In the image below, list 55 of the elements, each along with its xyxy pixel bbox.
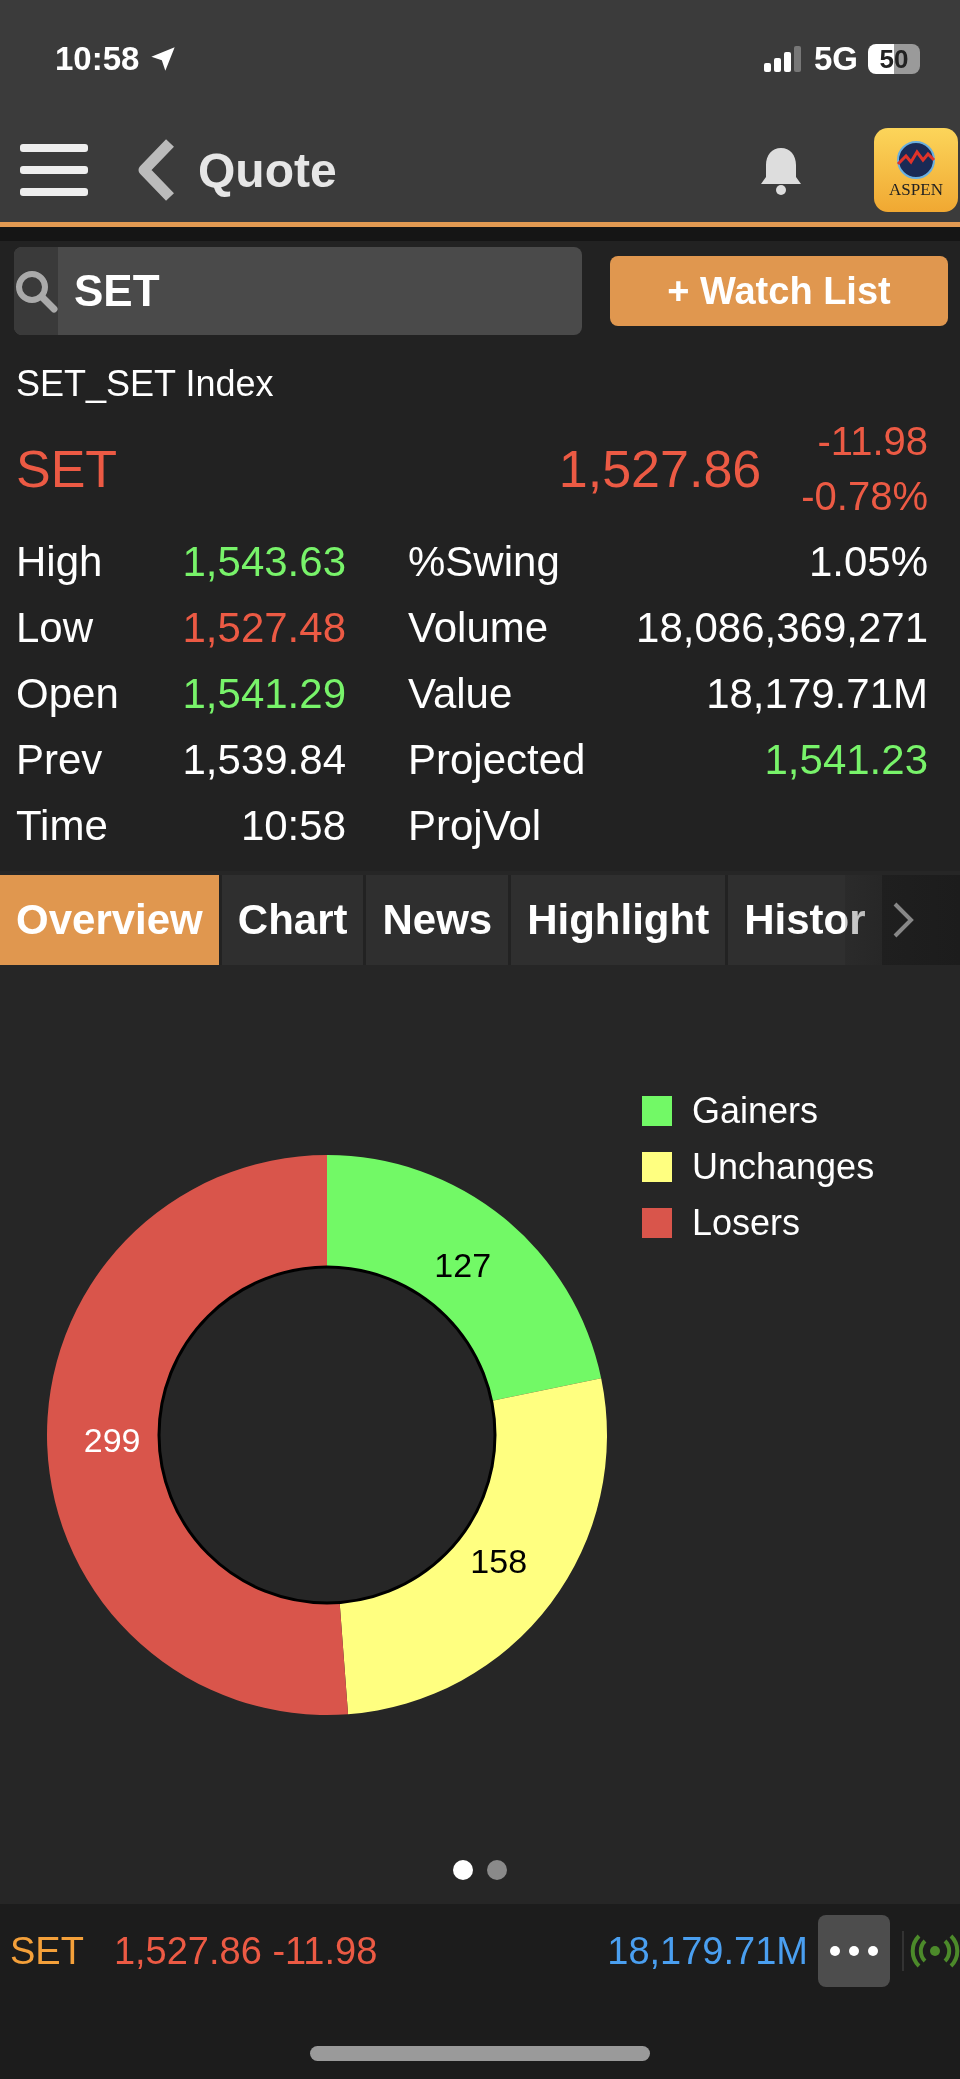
stat-value: 1.05% <box>807 538 928 586</box>
tab[interactable]: Highlight <box>511 875 726 965</box>
stat-value: 1,541.29 <box>181 670 346 718</box>
stat-label: Volume <box>407 604 550 652</box>
search-icon <box>14 269 58 313</box>
tab[interactable]: News <box>366 875 509 965</box>
stat-label: Projected <box>407 736 587 784</box>
page-title: Quote <box>198 142 338 198</box>
ticker-value: 18,179.71M <box>607 1929 808 1973</box>
symbol-label: SET <box>16 439 119 499</box>
stat-value: 10:58 <box>239 802 346 850</box>
stat-label: Open <box>16 670 120 718</box>
network-label: 5G <box>813 40 858 78</box>
stat-label: High <box>16 538 104 586</box>
page-dot[interactable] <box>453 1860 473 1880</box>
index-name: SET_SET Index <box>15 362 275 406</box>
battery-level: 50 <box>868 44 920 74</box>
stat-value: 18,179.71M <box>705 670 928 718</box>
last-price: 1,527.86 <box>558 439 762 499</box>
status-time: 10:58 <box>55 40 140 78</box>
price-change: -11.98 <box>817 419 928 464</box>
stat-value: 1,543.63 <box>181 538 346 586</box>
stat-label: Low <box>16 604 95 652</box>
stat-label: ProjVol <box>407 802 543 850</box>
legend-label: Gainers <box>692 1090 819 1132</box>
stat-label: Value <box>407 670 514 718</box>
stat-value: 1,541.23 <box>763 736 928 784</box>
data-label: 299 <box>83 1421 141 1460</box>
page-dot[interactable] <box>487 1860 507 1880</box>
legend-label: Unchanges <box>692 1146 875 1188</box>
ticker-price: 1,527.86 -11.98 <box>113 1929 378 1973</box>
tab[interactable]: Chart <box>221 875 364 965</box>
signal-icon <box>763 46 804 72</box>
search-input[interactable]: SET <box>58 265 582 317</box>
logo-text: ASPEN <box>889 180 943 200</box>
back-icon[interactable] <box>136 139 176 201</box>
app-logo[interactable]: ASPEN <box>874 128 958 212</box>
ticker-symbol: SET <box>10 1929 84 1973</box>
location-arrow-icon <box>149 45 178 73</box>
data-label: 127 <box>434 1246 492 1285</box>
more-icon <box>829 1945 879 1957</box>
stat-label: Prev <box>16 736 104 784</box>
legend-label: Losers <box>692 1202 801 1244</box>
search-box[interactable]: SET <box>14 247 582 335</box>
stat-value: 18,086,369,271 <box>635 604 928 652</box>
more-button[interactable] <box>818 1915 890 1987</box>
data-label: 158 <box>470 1542 528 1581</box>
tab[interactable]: Histor <box>728 875 882 965</box>
connection-icon <box>902 1931 960 1971</box>
stat-value: 1,527.48 <box>181 604 346 652</box>
stat-value: 1,539.84 <box>181 736 346 784</box>
menu-icon[interactable] <box>18 142 90 198</box>
stat-label: Time <box>16 802 109 850</box>
stat-label: %Swing <box>407 538 561 586</box>
percent-change: -0.78% <box>801 474 928 519</box>
